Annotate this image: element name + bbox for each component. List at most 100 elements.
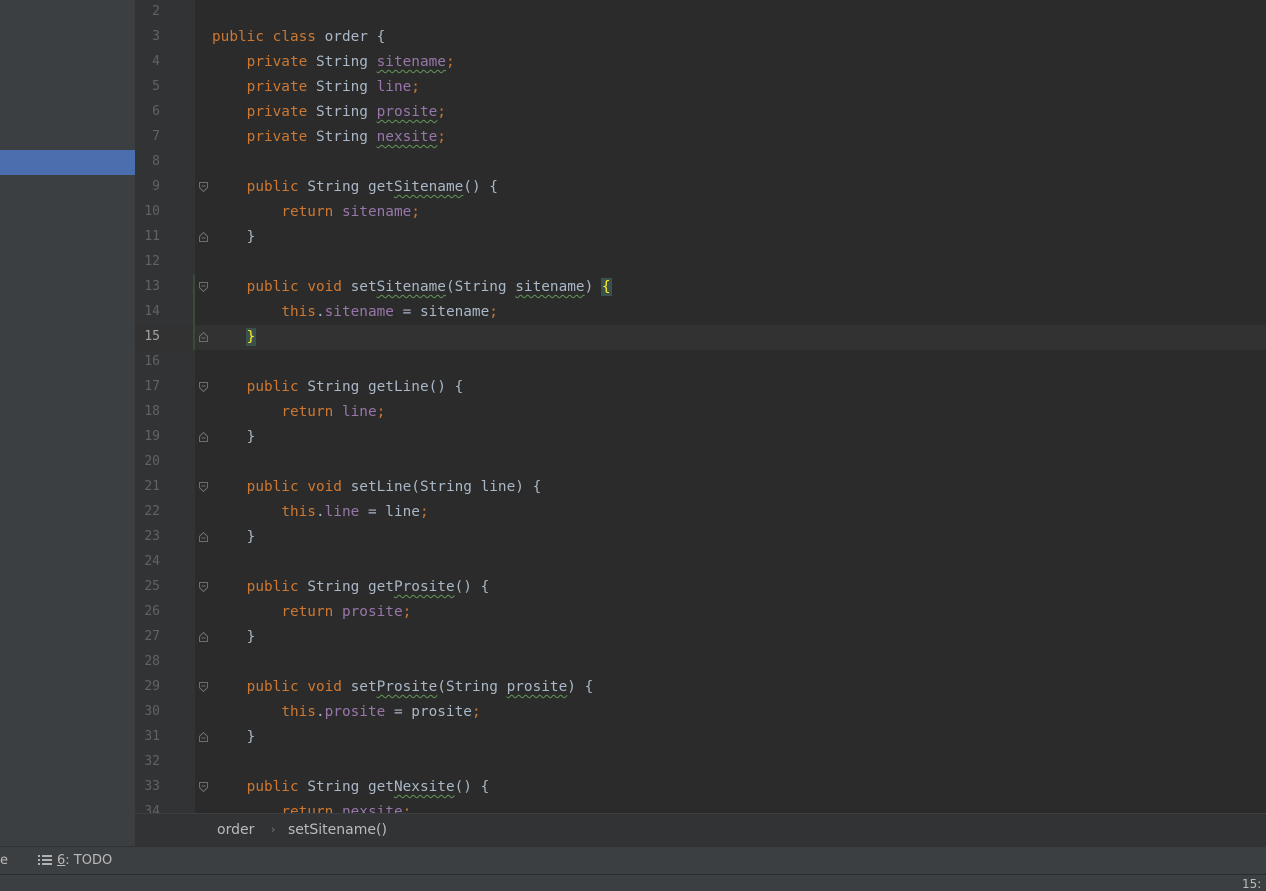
line-number[interactable]: 22	[135, 504, 160, 519]
code-line[interactable]: 23 }	[135, 525, 1266, 550]
line-number[interactable]: 28	[135, 654, 160, 669]
fold-end-icon[interactable]	[199, 232, 208, 242]
code-text[interactable]: return nexsite;	[212, 803, 411, 813]
code-line[interactable]: 29 public void setProsite(String prosite…	[135, 675, 1266, 700]
line-number[interactable]: 14	[135, 304, 160, 319]
code-text[interactable]: }	[212, 628, 256, 646]
line-number[interactable]: 29	[135, 679, 160, 694]
fold-start-icon[interactable]	[199, 482, 208, 492]
code-text[interactable]: }	[212, 428, 256, 446]
code-line[interactable]: 16	[135, 350, 1266, 375]
code-line[interactable]: 7 private String nexsite;	[135, 125, 1266, 150]
line-number[interactable]: 19	[135, 429, 160, 444]
fold-start-icon[interactable]	[199, 382, 208, 392]
vcs-changed-marker[interactable]	[193, 325, 195, 350]
fold-end-icon[interactable]	[199, 532, 208, 542]
code-line[interactable]: 26 return prosite;	[135, 600, 1266, 625]
code-line[interactable]: 13 public void setSitename(String sitena…	[135, 275, 1266, 300]
breadcrumb-method[interactable]: setSitename()	[288, 822, 387, 838]
line-number[interactable]: 25	[135, 579, 160, 594]
fold-end-icon[interactable]	[199, 632, 208, 642]
code-line[interactable]: 22 this.line = line;	[135, 500, 1266, 525]
code-text[interactable]: public String getProsite() {	[212, 578, 490, 596]
line-number[interactable]: 20	[135, 454, 160, 469]
vcs-changed-marker[interactable]	[193, 275, 195, 300]
code-text[interactable]: public void setSitename(String sitename)…	[212, 278, 612, 296]
code-text[interactable]: this.sitename = sitename;	[212, 303, 498, 321]
code-line[interactable]: 14 this.sitename = sitename;	[135, 300, 1266, 325]
code-text[interactable]: private String line;	[212, 78, 420, 96]
fold-start-icon[interactable]	[199, 182, 208, 192]
code-text[interactable]: }	[212, 228, 256, 246]
code-line[interactable]: 9 public String getSitename() {	[135, 175, 1266, 200]
code-line[interactable]: 2	[135, 0, 1266, 25]
line-number[interactable]: 23	[135, 529, 160, 544]
line-number[interactable]: 16	[135, 354, 160, 369]
line-number[interactable]: 13	[135, 279, 160, 294]
code-line[interactable]: 15 }	[135, 325, 1266, 350]
code-line[interactable]: 10 return sitename;	[135, 200, 1266, 225]
tool-window-tab-partial[interactable]: e	[0, 853, 8, 868]
line-number[interactable]: 17	[135, 379, 160, 394]
code-line[interactable]: 25 public String getProsite() {	[135, 575, 1266, 600]
line-number[interactable]: 9	[135, 179, 160, 194]
code-line[interactable]: 31 }	[135, 725, 1266, 750]
code-text[interactable]: private String prosite;	[212, 103, 446, 121]
code-line[interactable]: 21 public void setLine(String line) {	[135, 475, 1266, 500]
code-line[interactable]: 27 }	[135, 625, 1266, 650]
code-text[interactable]: }	[212, 728, 256, 746]
code-text[interactable]: return prosite;	[212, 603, 411, 621]
fold-start-icon[interactable]	[199, 682, 208, 692]
code-text[interactable]: public void setLine(String line) {	[212, 478, 542, 496]
line-number[interactable]: 30	[135, 704, 160, 719]
line-number[interactable]: 32	[135, 754, 160, 769]
code-text[interactable]: public void setProsite(String prosite) {	[212, 678, 594, 696]
line-number[interactable]: 2	[135, 4, 160, 19]
breadcrumb-class[interactable]: order	[217, 822, 254, 838]
fold-end-icon[interactable]	[199, 432, 208, 442]
code-text[interactable]: }	[212, 328, 257, 346]
code-text[interactable]: public String getLine() {	[212, 378, 464, 396]
code-line[interactable]: 34 return nexsite;	[135, 800, 1266, 813]
code-line[interactable]: 3 public class order {	[135, 25, 1266, 50]
code-line[interactable]: 33 public String getNexsite() {	[135, 775, 1266, 800]
code-line[interactable]: 5 private String line;	[135, 75, 1266, 100]
code-line[interactable]: 32	[135, 750, 1266, 775]
line-number[interactable]: 4	[135, 54, 160, 69]
line-number[interactable]: 33	[135, 779, 160, 794]
line-number[interactable]: 34	[135, 804, 160, 813]
code-text[interactable]: }	[212, 528, 256, 546]
code-text[interactable]: return line;	[212, 403, 385, 421]
fold-start-icon[interactable]	[199, 782, 208, 792]
fold-start-icon[interactable]	[199, 282, 208, 292]
line-number[interactable]: 6	[135, 104, 160, 119]
code-line[interactable]: 28	[135, 650, 1266, 675]
code-text[interactable]: public String getNexsite() {	[212, 778, 490, 796]
line-number[interactable]: 21	[135, 479, 160, 494]
line-number[interactable]: 7	[135, 129, 160, 144]
caret-position[interactable]: 15:	[1242, 877, 1261, 891]
code-text[interactable]: return sitename;	[212, 203, 420, 221]
code-line[interactable]: 30 this.prosite = prosite;	[135, 700, 1266, 725]
code-text[interactable]: public String getSitename() {	[212, 178, 498, 196]
project-tree-selected-item[interactable]	[0, 150, 135, 175]
line-number[interactable]: 26	[135, 604, 160, 619]
code-line[interactable]: 11 }	[135, 225, 1266, 250]
line-number[interactable]: 31	[135, 729, 160, 744]
line-number[interactable]: 11	[135, 229, 160, 244]
line-number[interactable]: 24	[135, 554, 160, 569]
code-line[interactable]: 19 }	[135, 425, 1266, 450]
line-number[interactable]: 18	[135, 404, 160, 419]
line-number[interactable]: 8	[135, 154, 160, 169]
code-text[interactable]: public class order {	[212, 28, 385, 46]
fold-end-icon[interactable]	[199, 732, 208, 742]
fold-start-icon[interactable]	[199, 582, 208, 592]
code-line[interactable]: 18 return line;	[135, 400, 1266, 425]
line-number[interactable]: 5	[135, 79, 160, 94]
line-number[interactable]: 3	[135, 29, 160, 44]
code-line[interactable]: 24	[135, 550, 1266, 575]
code-line[interactable]: 8	[135, 150, 1266, 175]
code-line[interactable]: 20	[135, 450, 1266, 475]
code-editor[interactable]: 2 3 public class order {4 private String s…	[135, 0, 1266, 813]
code-line[interactable]: 4 private String sitename;	[135, 50, 1266, 75]
